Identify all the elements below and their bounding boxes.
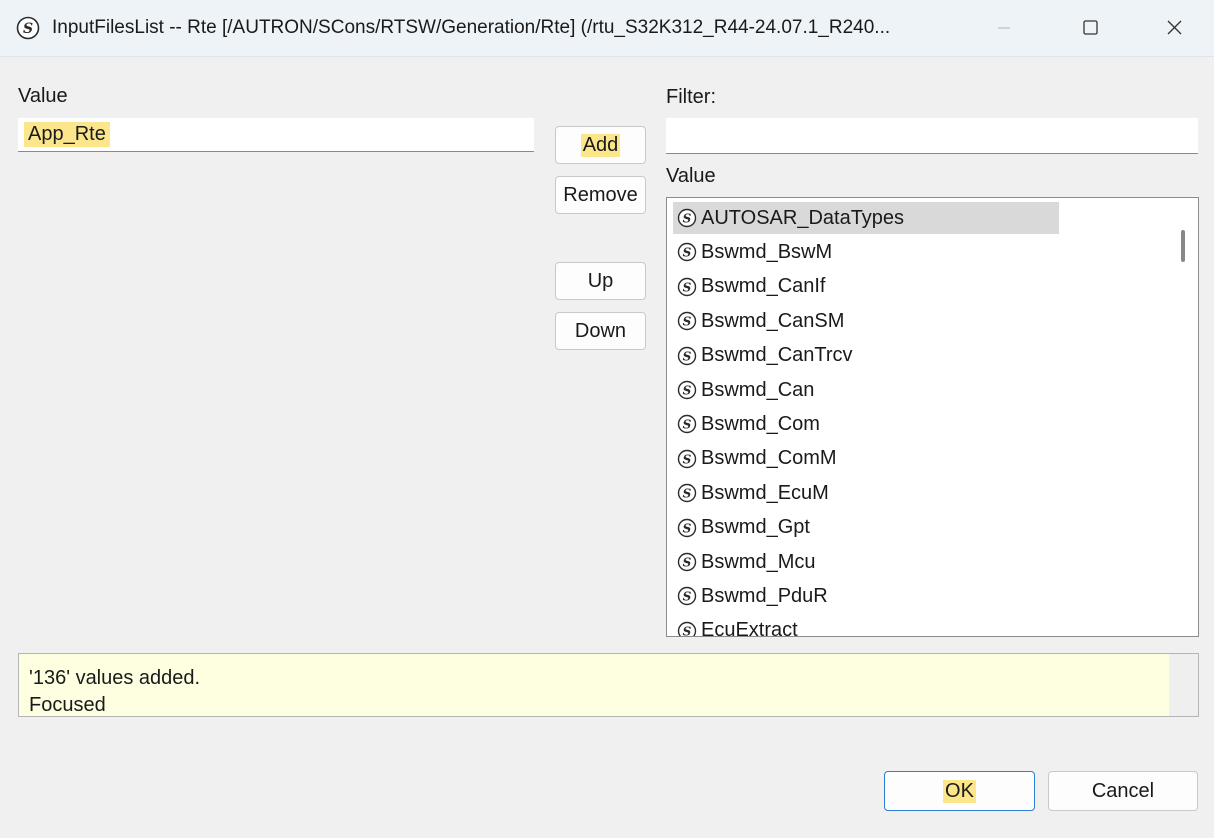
status-message-area: '136' values added. Focused	[19, 654, 1169, 716]
svg-text:S: S	[683, 452, 692, 466]
list-item[interactable]: S Bswmd_Com	[673, 408, 1059, 440]
list-item[interactable]: S EcuExtract	[673, 615, 1059, 637]
sirius-s-icon: S	[677, 587, 697, 606]
filter-label: Filter:	[666, 86, 716, 108]
svg-text:S: S	[683, 280, 692, 294]
sirius-s-icon: S	[677, 243, 697, 262]
svg-text:S: S	[683, 624, 692, 637]
svg-text:S: S	[683, 384, 692, 398]
list-item-label: Bswmd_CanSM	[701, 309, 845, 332]
cancel-button-label: Cancel	[1091, 779, 1155, 802]
list-item-label: Bswmd_ComM	[701, 447, 837, 470]
sirius-s-icon: S	[677, 483, 697, 503]
list-item-label: Bswmd_Mcu	[701, 550, 816, 573]
ok-button[interactable]: OK	[884, 771, 1035, 811]
remove-button-label: Remove	[563, 183, 638, 206]
value-label: Value	[18, 85, 68, 107]
minimize-icon[interactable]	[982, 10, 1026, 46]
sirius-s-icon: S	[677, 518, 697, 537]
svg-text:S: S	[23, 21, 33, 37]
sirius-s-icon: S	[677, 346, 697, 365]
list-item[interactable]: S Bswmd_PduR	[673, 580, 1059, 612]
svg-text:S: S	[683, 246, 692, 260]
scrollbar-thumb[interactable]	[1181, 230, 1185, 262]
up-button[interactable]: Up	[555, 262, 646, 300]
status-line-1: '136' values added.	[29, 667, 201, 689]
close-icon[interactable]	[1152, 10, 1196, 46]
add-button-label: Add	[580, 133, 621, 157]
list-item-label: AUTOSAR_DataTypes	[701, 206, 905, 229]
list-item[interactable]: S Bswmd_BswM	[673, 236, 1059, 268]
list-item-label: Bswmd_Can	[701, 378, 815, 401]
sirius-s-icon: S	[677, 415, 697, 434]
window-title: InputFilesList -- Rte [/AUTRON/SCons/RTS…	[52, 17, 891, 38]
sirius-s-icon: S	[677, 208, 697, 228]
value-input[interactable]: App_Rte	[18, 118, 534, 152]
ok-button-label: OK	[943, 779, 976, 803]
remove-button[interactable]: Remove	[555, 176, 646, 214]
list-item-label: Bswmd_CanTrcv	[701, 344, 853, 367]
list-item[interactable]: S Bswmd_Gpt	[673, 512, 1059, 544]
svg-text:S: S	[683, 487, 692, 501]
svg-text:S: S	[683, 315, 692, 329]
list-item[interactable]: S Bswmd_EcuM	[673, 477, 1059, 509]
sirius-s-icon: S	[677, 621, 697, 637]
value-input-text: App_Rte	[24, 122, 110, 147]
up-button-label: Up	[587, 269, 614, 292]
list-item-label: Bswmd_Gpt	[701, 516, 810, 539]
title-bar: S InputFilesList -- Rte [/AUTRON/SCons/R…	[0, 0, 1214, 57]
sirius-s-icon: S	[677, 311, 697, 331]
list-item-label: EcuExtract	[701, 619, 798, 637]
list-item-label: Bswmd_CanIf	[701, 275, 826, 298]
list-item-label: Bswmd_EcuM	[701, 481, 829, 504]
filter-input[interactable]	[666, 118, 1198, 154]
list-item-label: Bswmd_PduR	[701, 584, 828, 607]
list-item-label: Bswmd_Com	[701, 412, 820, 435]
list-item[interactable]: S Bswmd_ComM	[673, 443, 1059, 475]
sirius-s-icon: S	[677, 380, 697, 400]
svg-text:S: S	[683, 349, 692, 363]
status-line-2: Focused	[29, 694, 106, 716]
vertical-scrollbar[interactable]	[1168, 198, 1198, 636]
svg-text:S: S	[683, 521, 692, 535]
svg-text:S: S	[683, 590, 692, 604]
list-item[interactable]: S AUTOSAR_DataTypes	[673, 202, 1059, 234]
list-item[interactable]: S Bswmd_CanTrcv	[673, 340, 1059, 372]
cancel-button[interactable]: Cancel	[1048, 771, 1198, 811]
app-icon: S	[16, 16, 40, 40]
svg-text:S: S	[683, 418, 692, 432]
down-button[interactable]: Down	[555, 312, 646, 350]
list-item[interactable]: S Bswmd_CanSM	[673, 305, 1059, 337]
add-button[interactable]: Add	[555, 126, 646, 164]
down-button-label: Down	[574, 319, 627, 342]
value-listbox[interactable]: S EcuExtract S Bswmd_PduR S Bswmd_Mcu S Bswmd_G…	[666, 197, 1199, 637]
maximize-icon[interactable]	[1068, 10, 1112, 46]
svg-text:S: S	[683, 212, 692, 226]
list-item[interactable]: S Bswmd_Can	[673, 374, 1059, 406]
list-item[interactable]: S Bswmd_CanIf	[673, 271, 1059, 303]
status-box: '136' values added. Focused	[18, 653, 1199, 717]
list-value-label: Value	[666, 165, 716, 187]
sirius-s-icon: S	[677, 552, 697, 572]
sirius-s-icon: S	[677, 277, 697, 296]
svg-text:S: S	[683, 556, 692, 570]
sirius-s-icon: S	[677, 449, 697, 468]
list-item-label: Bswmd_BswM	[701, 240, 833, 263]
list-item[interactable]: S Bswmd_Mcu	[673, 546, 1059, 578]
